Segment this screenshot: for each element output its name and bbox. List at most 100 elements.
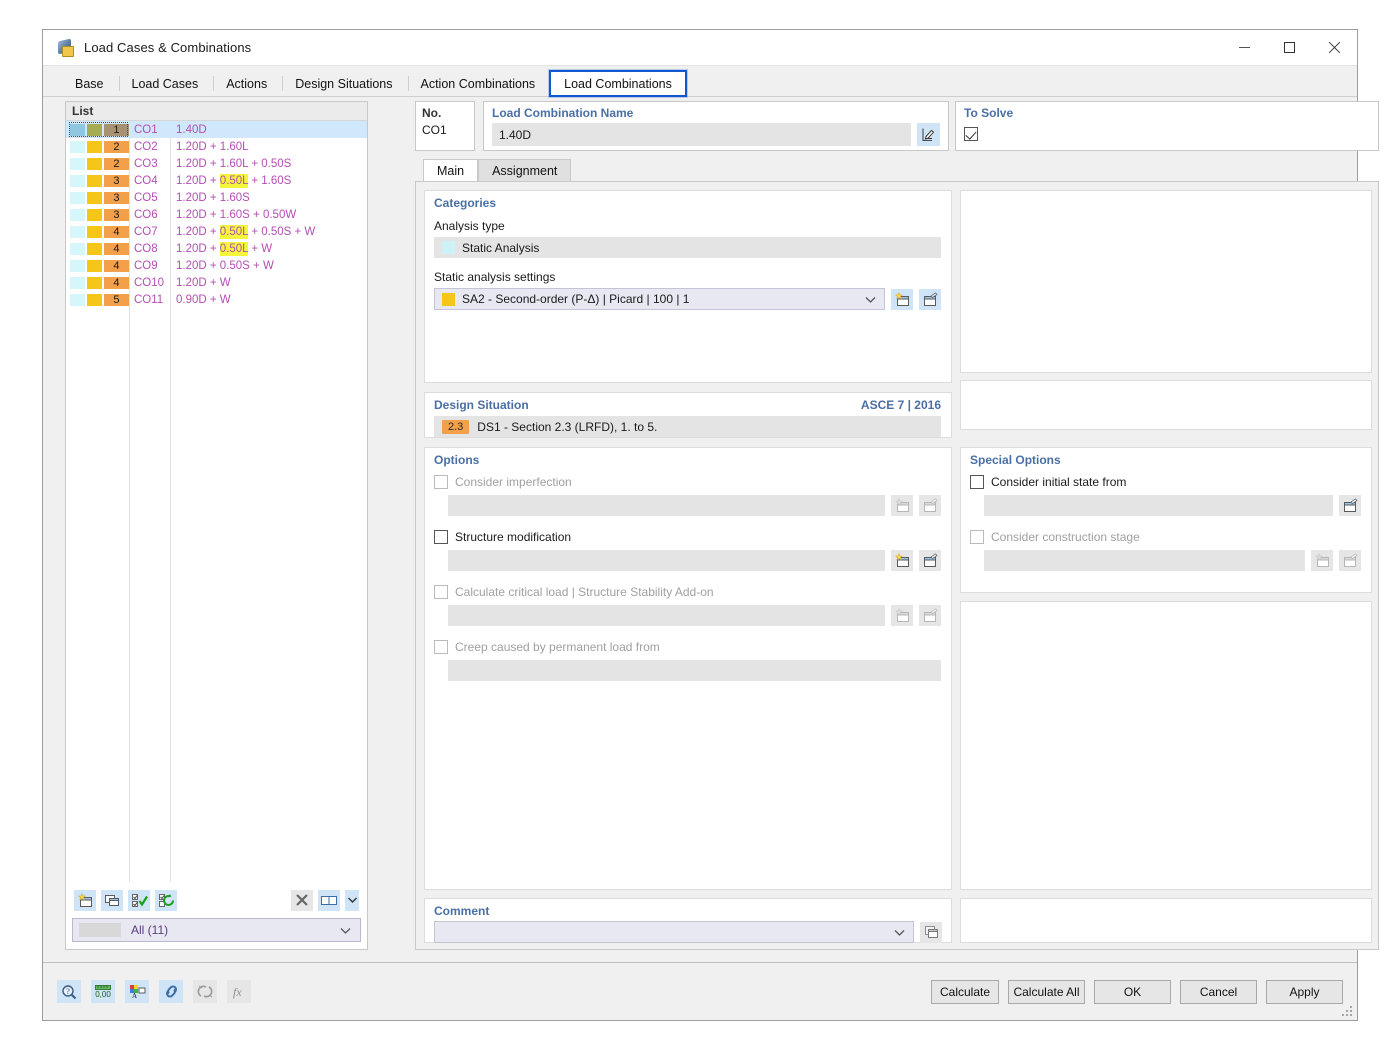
option-checkbox-row[interactable]: Creep caused by permanent load from xyxy=(434,640,941,654)
delete-combination-button[interactable] xyxy=(291,889,313,911)
combination-no: CO8 xyxy=(134,242,158,255)
ok-button[interactable]: OK xyxy=(1094,979,1171,1004)
tab-base[interactable]: Base xyxy=(61,70,118,97)
list-item[interactable]: 1 CO1 1.40D xyxy=(66,121,367,138)
list-item[interactable]: 4 CO10 1.20D + W xyxy=(66,274,367,291)
list-item[interactable]: 3 CO4 1.20D + 0.50L + 1.60S xyxy=(66,172,367,189)
tab-label: Design Situations xyxy=(295,76,393,91)
name-label: Load Combination Name xyxy=(492,106,634,120)
list-item[interactable]: 4 CO8 1.20D + 0.50L + W xyxy=(66,240,367,257)
option-checkbox-row[interactable]: Calculate critical load | Structure Stab… xyxy=(434,585,941,599)
static-analysis-settings-combo[interactable]: SA2 - Second-order (P-Δ) | Picard | 100 … xyxy=(434,288,885,310)
analysis-color-swatch xyxy=(70,293,85,306)
edit-item-button[interactable] xyxy=(1339,495,1361,516)
option-value-field[interactable] xyxy=(448,495,885,516)
copy-combination-button[interactable] xyxy=(101,889,123,911)
function-fx-icon: fx xyxy=(233,985,242,999)
list-item[interactable]: 2 CO3 1.20D + 1.60L + 0.50S xyxy=(66,155,367,172)
option-value-field[interactable] xyxy=(448,550,885,571)
list-filter-combo[interactable]: All (11) xyxy=(72,918,361,942)
edit-name-button[interactable] xyxy=(917,123,940,146)
maximize-button[interactable] xyxy=(1267,30,1312,65)
to-solve-checkbox[interactable] xyxy=(964,127,978,141)
main-tab-strip: Base Load Cases Actions Design Situation… xyxy=(43,66,1357,97)
list-item[interactable]: 3 CO5 1.20D + 1.60S xyxy=(66,189,367,206)
refresh-selection-button[interactable] xyxy=(155,889,177,911)
list-item[interactable]: 4 CO9 1.20D + 0.50S + W xyxy=(66,257,367,274)
check-list-icon xyxy=(131,893,148,907)
relation-icon xyxy=(197,985,212,998)
edit-item-button[interactable] xyxy=(919,550,941,571)
view-layout-dropdown[interactable] xyxy=(345,889,359,911)
option-checkbox[interactable] xyxy=(434,640,448,654)
calculate-all-button[interactable]: Calculate All xyxy=(1008,979,1085,1004)
new-item-button[interactable] xyxy=(1311,550,1333,571)
analysis-color-swatch xyxy=(70,140,85,153)
edit-item-button[interactable] xyxy=(919,495,941,516)
tab-actions[interactable]: Actions xyxy=(212,70,281,97)
option-checkbox-row[interactable]: Structure modification xyxy=(434,530,941,544)
list-body[interactable]: 1 CO1 1.40D 2 CO2 1.20D + 1.60L 2 CO3 1.20D + 1.… xyxy=(66,121,367,882)
formula-highlight: 0.50L xyxy=(219,241,249,256)
option-checkbox[interactable] xyxy=(434,585,448,599)
option-value-field[interactable] xyxy=(448,660,941,681)
chevron-down-icon xyxy=(865,296,876,303)
display-properties-button[interactable]: A xyxy=(125,980,149,1003)
tab-assignment[interactable]: Assignment xyxy=(478,159,572,181)
relations-button[interactable] xyxy=(193,980,217,1003)
option-checkbox[interactable] xyxy=(970,530,984,544)
cancel-button[interactable]: Cancel xyxy=(1180,979,1257,1004)
option-checkbox[interactable] xyxy=(434,475,448,489)
list-item[interactable]: 4 CO7 1.20D + 0.50L + 0.50S + W xyxy=(66,223,367,240)
new-item-button[interactable] xyxy=(891,550,913,571)
resize-grip[interactable] xyxy=(1342,1006,1353,1017)
close-x-icon xyxy=(296,894,308,906)
copy-window-icon xyxy=(105,894,119,906)
option-checkbox-row[interactable]: Consider construction stage xyxy=(970,530,1361,544)
new-item-button[interactable] xyxy=(891,495,913,516)
apply-button[interactable]: Apply xyxy=(1266,979,1343,1004)
option-value-field[interactable] xyxy=(984,495,1333,516)
list-item[interactable]: 5 CO11 0.90D + W xyxy=(66,291,367,308)
calculate-button[interactable]: Calculate xyxy=(931,979,999,1004)
button-label: Cancel xyxy=(1199,984,1238,999)
combination-no: CO3 xyxy=(134,157,158,170)
info-button[interactable]: ? xyxy=(57,980,81,1003)
close-button[interactable] xyxy=(1312,30,1357,65)
tab-design-situations[interactable]: Design Situations xyxy=(281,70,406,97)
new-window-icon xyxy=(894,608,909,622)
new-settings-button[interactable] xyxy=(891,288,913,310)
option-checkbox[interactable] xyxy=(434,530,448,544)
new-item-button[interactable] xyxy=(891,605,913,626)
option-checkbox[interactable] xyxy=(970,475,984,489)
tab-action-combinations[interactable]: Action Combinations xyxy=(407,70,550,97)
list-item[interactable]: 3 CO6 1.20D + 1.60S + 0.50W xyxy=(66,206,367,223)
tab-load-cases[interactable]: Load Cases xyxy=(118,70,213,97)
view-layout-button[interactable] xyxy=(318,889,340,911)
row-color-swatches: 4 xyxy=(66,259,130,272)
comment-title: Comment xyxy=(434,904,490,918)
select-all-button[interactable] xyxy=(128,889,150,911)
formula-button[interactable]: fx xyxy=(227,980,251,1003)
option-checkbox-row[interactable]: Consider initial state from xyxy=(970,475,1361,489)
option-label: Consider initial state from xyxy=(991,475,1127,489)
button-label: Calculate xyxy=(939,984,991,999)
refresh-list-icon xyxy=(158,893,174,907)
option-value-field[interactable] xyxy=(984,550,1305,571)
edit-item-button[interactable] xyxy=(919,605,941,626)
right-top-empty-panel xyxy=(960,190,1372,373)
link-button[interactable] xyxy=(159,980,183,1003)
comment-copy-button[interactable] xyxy=(920,921,942,943)
name-input[interactable]: 1.40D xyxy=(492,123,911,146)
tab-main[interactable]: Main xyxy=(423,159,479,181)
edit-settings-button[interactable] xyxy=(919,288,941,310)
option-checkbox-row[interactable]: Consider imperfection xyxy=(434,475,941,489)
tab-load-combinations[interactable]: Load Combinations xyxy=(549,70,687,97)
list-item[interactable]: 2 CO2 1.20D + 1.60L xyxy=(66,138,367,155)
edit-item-button[interactable] xyxy=(1339,550,1361,571)
comment-input[interactable] xyxy=(434,921,914,943)
new-combination-button[interactable] xyxy=(74,889,96,911)
option-value-field[interactable] xyxy=(448,605,885,626)
units-button[interactable]: 0,00 xyxy=(91,980,115,1003)
minimize-button[interactable] xyxy=(1222,30,1267,65)
